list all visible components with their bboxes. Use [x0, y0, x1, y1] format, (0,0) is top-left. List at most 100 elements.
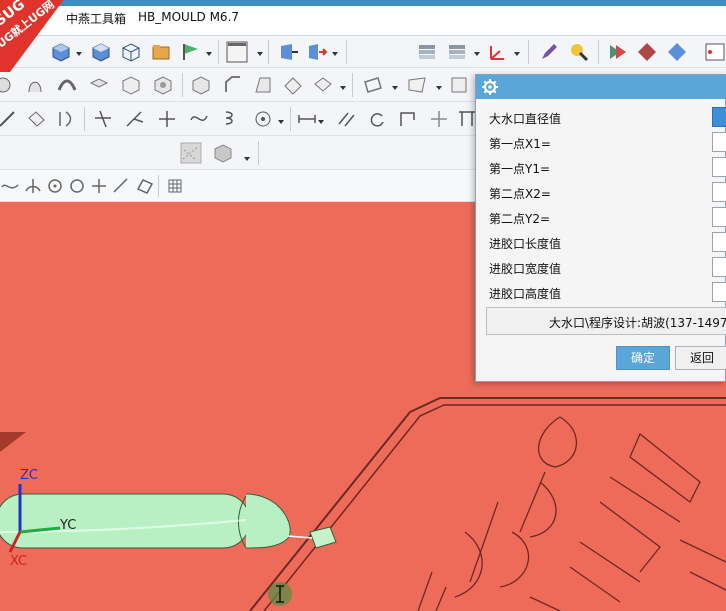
helix-icon[interactable] — [220, 108, 242, 130]
sketch-rectangle-icon[interactable] — [362, 74, 384, 96]
gate-height-input[interactable] — [712, 282, 726, 302]
toolbar-separator — [528, 40, 529, 64]
quadrant-point-icon[interactable] — [66, 175, 88, 197]
folder-shape-icon[interactable] — [150, 41, 172, 63]
toolbar-separator — [346, 40, 347, 64]
corner-icon[interactable] — [396, 108, 418, 130]
pencil-icon[interactable] — [538, 41, 560, 63]
snap-point-icon[interactable] — [134, 175, 156, 197]
diamond-outline-icon[interactable] — [666, 41, 688, 63]
chevron-down-icon[interactable] — [318, 120, 324, 124]
hidden-edges-icon[interactable] — [180, 142, 202, 164]
partial-shape-icon[interactable] — [0, 74, 14, 96]
toolbar-separator — [182, 73, 183, 97]
revolve-icon[interactable] — [24, 74, 46, 96]
wcs-icon[interactable] — [486, 41, 508, 63]
site-logo: 9SUG 学UG就上UG网 — [0, 0, 64, 72]
gate-width-input[interactable] — [712, 257, 726, 277]
ok-button[interactable]: 确定 — [616, 346, 670, 370]
field-label-sprue-diameter: 大水口直径值 — [489, 112, 562, 126]
chevron-down-icon[interactable] — [206, 52, 212, 56]
toolbar-separator — [258, 141, 259, 165]
circle-center-icon[interactable] — [44, 175, 66, 197]
curve-tool-icon[interactable] — [0, 108, 20, 130]
chevron-down-icon[interactable] — [278, 120, 284, 124]
field-label-point1-y: 第一点Y1= — [489, 162, 551, 176]
field-label-gate-height: 进胶口高度值 — [489, 287, 562, 301]
field-label-point2-y: 第二点Y2= — [489, 212, 551, 226]
chamfer-icon[interactable] — [222, 74, 244, 96]
surface-icon[interactable] — [406, 74, 428, 96]
point2-y-input[interactable] — [712, 207, 726, 227]
runner-cylinder — [0, 493, 251, 549]
sweep-icon[interactable] — [56, 74, 78, 96]
gate-length-input[interactable] — [712, 232, 726, 252]
spline-icon[interactable] — [188, 108, 210, 130]
extend-curve-icon[interactable] — [124, 108, 146, 130]
chevron-down-icon[interactable] — [392, 86, 398, 90]
line-point-icon[interactable] — [110, 175, 132, 197]
gear-icon — [482, 79, 498, 95]
flag-shape-icon[interactable] — [180, 41, 202, 63]
window-icon[interactable] — [704, 41, 726, 63]
back-button[interactable]: 返回 — [675, 346, 726, 370]
toolbar-separator — [84, 107, 85, 131]
dialog-title-bar[interactable] — [476, 75, 726, 99]
hole-icon[interactable] — [152, 74, 174, 96]
move-face-icon[interactable] — [278, 41, 300, 63]
diamond-icon[interactable] — [636, 41, 658, 63]
wireframe-cube-icon[interactable] — [120, 41, 142, 63]
field-label-gate-width: 进胶口宽度值 — [489, 262, 562, 276]
toolbar-separator — [268, 40, 269, 64]
chevron-down-icon[interactable] — [474, 52, 480, 56]
sprue-diameter-input[interactable] — [712, 107, 726, 127]
sequence-icon[interactable] — [606, 41, 628, 63]
point2-x-input[interactable] — [712, 182, 726, 202]
move-cross-icon[interactable] — [428, 108, 450, 130]
anchor-point-icon[interactable] — [22, 175, 44, 197]
point1-y-input[interactable] — [712, 157, 726, 177]
shell-icon[interactable] — [120, 74, 142, 96]
point1-x-input[interactable] — [712, 132, 726, 152]
split-body-icon[interactable] — [312, 74, 334, 96]
grid-icon[interactable] — [164, 175, 186, 197]
measure-icon[interactable] — [296, 108, 318, 130]
extrude-icon[interactable] — [88, 74, 110, 96]
cylinder-surface-icon[interactable] — [448, 74, 470, 96]
info-box: 大水口\程序设计:胡波(137-14978 — [486, 307, 726, 335]
field-label-point1-x: 第一点X1= — [489, 137, 551, 151]
parallel-icon[interactable] — [336, 108, 358, 130]
point-set-icon[interactable] — [252, 108, 274, 130]
draft-icon[interactable] — [252, 74, 274, 96]
layer-stack-icon[interactable] — [416, 41, 438, 63]
rotate-icon[interactable] — [366, 108, 388, 130]
blend-icon[interactable] — [190, 74, 212, 96]
layer-settings-icon[interactable] — [446, 41, 468, 63]
sprue-gate-dialog: 大水口直径值 第一点X1= 第一点Y1= 第二点X2= 第二点Y2= 进胶口长度… — [475, 74, 726, 382]
trim-body-icon[interactable] — [282, 74, 304, 96]
project-curve-icon[interactable] — [26, 108, 48, 130]
tab-hb-mould[interactable]: HB_MOULD M6.7 — [138, 10, 239, 24]
shaded-cube-icon[interactable] — [212, 142, 234, 164]
intersect-curve-icon[interactable] — [156, 108, 178, 130]
chevron-down-icon[interactable] — [436, 86, 442, 90]
plus-point-icon[interactable] — [88, 175, 110, 197]
offset-curve-icon[interactable] — [56, 108, 78, 130]
chevron-down-icon[interactable] — [332, 52, 338, 56]
info-text: 大水口\程序设计:胡波(137-14978 — [549, 316, 726, 330]
chevron-down-icon[interactable] — [340, 86, 346, 90]
toolbar-separator — [290, 107, 291, 131]
trim-curve-icon[interactable] — [92, 108, 114, 130]
offset-face-icon[interactable] — [306, 41, 328, 63]
field-label-gate-length: 进胶口长度值 — [489, 237, 562, 251]
chevron-down-icon[interactable] — [257, 52, 263, 56]
wave-curve-icon[interactable] — [0, 175, 22, 197]
axis-label-xc: XC — [10, 554, 28, 569]
chevron-down-icon[interactable] — [514, 52, 520, 56]
toolbar-separator — [218, 40, 219, 64]
view-window-icon[interactable] — [226, 41, 248, 63]
toolbar-separator — [598, 40, 599, 64]
tools-icon[interactable] — [568, 41, 590, 63]
chevron-down-icon[interactable] — [244, 157, 250, 161]
axis-label-zc: ZC — [20, 468, 38, 483]
